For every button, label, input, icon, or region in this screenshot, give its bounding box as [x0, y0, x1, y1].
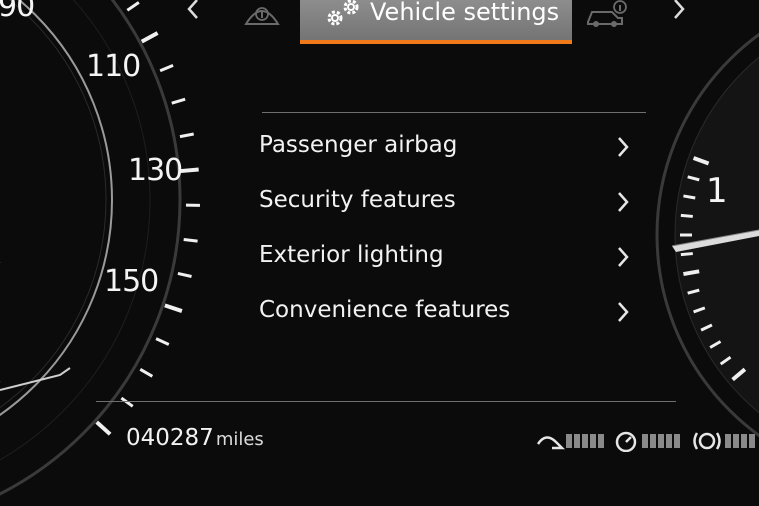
- brake-icon: [615, 431, 680, 452]
- menu-item-label: Security features: [259, 187, 456, 213]
- gauge-tick: [164, 303, 183, 313]
- menu-item-label: Convenience features: [259, 297, 511, 323]
- next-tab-button[interactable]: [664, 0, 694, 28]
- speed-label-110: 110: [86, 49, 141, 84]
- menu-item-exterior-lighting[interactable]: Exterior lighting: [258, 240, 638, 295]
- car-info-icon[interactable]: [582, 0, 630, 28]
- gauge-tick: [179, 132, 194, 139]
- menu-item-label: Exterior lighting: [259, 242, 444, 268]
- gauge-tick: [95, 420, 112, 436]
- chevron-right-icon: [618, 247, 629, 267]
- chevron-right-icon: [618, 302, 629, 322]
- gauge-tick: [177, 271, 192, 278]
- tachometer-gauge: [655, 32, 759, 438]
- speed-label-90: 90: [0, 0, 35, 24]
- previous-tab-button[interactable]: [178, 0, 208, 28]
- odometer: 040287 miles: [126, 425, 264, 451]
- gears-icon: [327, 0, 359, 26]
- wiper-info-icon[interactable]: [242, 0, 282, 28]
- gauge-tick: [680, 252, 693, 257]
- tachometer-label-1: 1: [706, 171, 728, 211]
- gauge-tick: [171, 97, 186, 105]
- gauge-tick: [126, 1, 140, 12]
- menu-item-convenience-features[interactable]: Convenience features: [258, 295, 638, 350]
- vehicle-settings-menu: Passenger airbag Security features Exter…: [258, 130, 638, 350]
- menu-item-passenger-airbag[interactable]: Passenger airbag: [258, 130, 638, 185]
- speed-label-150: 150: [104, 264, 159, 299]
- tab-vehicle-settings-label: Vehicle settings: [370, 0, 560, 26]
- menu-top-divider: [262, 112, 646, 113]
- odometer-value: 040287: [126, 425, 214, 451]
- gauge-tick: [183, 238, 198, 243]
- status-divider: [96, 401, 676, 402]
- gauge-tick: [159, 63, 174, 73]
- gauge-tick: [683, 269, 700, 277]
- odometer-unit: miles: [215, 429, 264, 450]
- tire-pressure-icon: [536, 434, 604, 450]
- tab-bar: Vehicle settings: [168, 0, 728, 44]
- gauge-tick: [139, 367, 154, 378]
- gauge-tick: [180, 167, 199, 174]
- gauge-tick: [140, 31, 159, 44]
- parking-brake-icon: [693, 432, 755, 450]
- tab-vehicle-settings[interactable]: Vehicle settings: [300, 0, 572, 44]
- chevron-left-icon: [187, 0, 198, 19]
- gauge-tick: [155, 337, 170, 346]
- instrument-cluster-screen: 90 110 130 150 1 Vehicle settings Passen…: [0, 0, 759, 506]
- chevron-right-icon: [674, 0, 685, 19]
- gauge-tick: [683, 194, 696, 200]
- speed-label-130: 130: [128, 153, 183, 188]
- chevron-right-icon: [618, 192, 629, 212]
- menu-item-label: Passenger airbag: [259, 132, 458, 158]
- gauge-tick: [120, 396, 134, 408]
- gauge-tick: [680, 213, 693, 218]
- chevron-right-icon: [618, 137, 629, 157]
- menu-item-security-features[interactable]: Security features: [258, 185, 638, 240]
